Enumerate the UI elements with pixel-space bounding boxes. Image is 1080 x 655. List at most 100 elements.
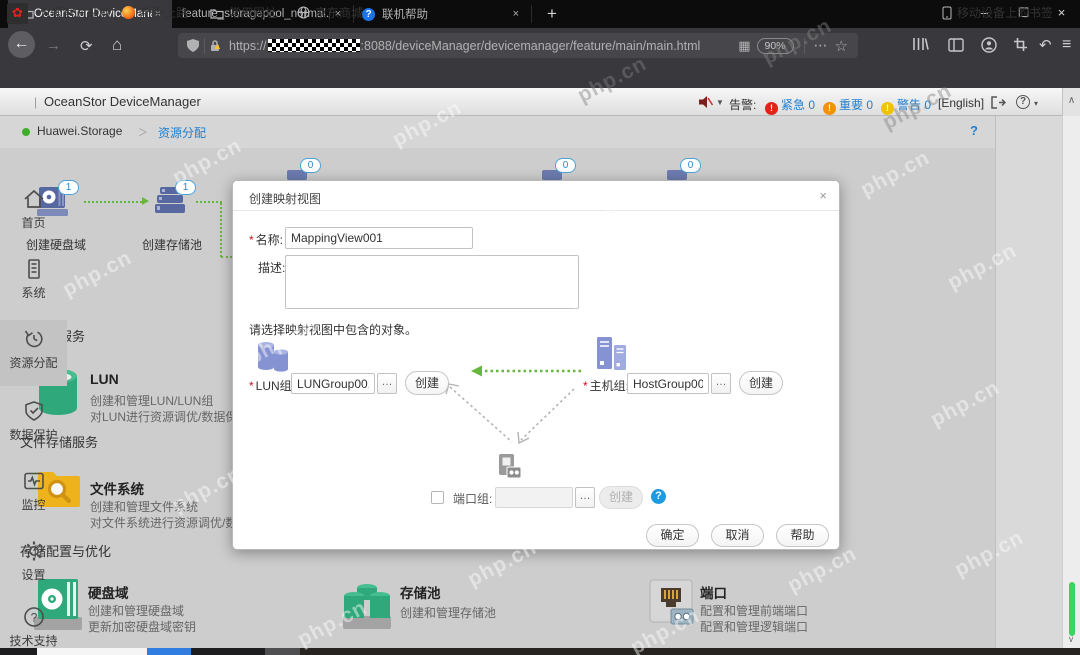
port-desc: 配置和管理逻辑端口 bbox=[700, 618, 808, 635]
host-group-label: 主机组: bbox=[590, 379, 629, 393]
page-help-icon[interactable]: ? bbox=[970, 123, 978, 138]
lun-group-input[interactable] bbox=[291, 373, 375, 394]
svg-text:?: ? bbox=[30, 611, 37, 625]
sidebar-label: 设置 bbox=[21, 568, 45, 582]
bookmark-label: 新手上路 bbox=[140, 4, 188, 21]
language-switch[interactable]: [English] bbox=[938, 96, 984, 110]
step-label[interactable]: 创建存储池 bbox=[142, 236, 202, 253]
app-title: OceanStor DeviceManager bbox=[44, 94, 201, 109]
back-button[interactable]: ← bbox=[8, 31, 35, 58]
bookmarks-mobile[interactable]: 移动设备上的书签 bbox=[942, 4, 1053, 21]
qr-code-icon[interactable]: ▦ bbox=[738, 38, 750, 54]
lun-title[interactable]: LUN bbox=[90, 371, 119, 387]
phone-icon bbox=[942, 6, 952, 20]
required-marker: * bbox=[249, 233, 254, 247]
lun-group-more-button[interactable]: … bbox=[377, 373, 397, 394]
sidebar-item-settings[interactable]: 设置 bbox=[0, 532, 67, 583]
sidebar-item-support[interactable]: ? 技术支持 bbox=[0, 598, 67, 649]
port-title[interactable]: 端口 bbox=[700, 582, 727, 602]
collapse-header-button[interactable]: ∧ bbox=[1062, 88, 1080, 116]
sidebar-item-home[interactable]: 首页 bbox=[0, 180, 67, 231]
major-alarm-icon: ! bbox=[823, 102, 836, 115]
account-icon[interactable] bbox=[981, 37, 997, 53]
menu-icon[interactable]: ≡ bbox=[1062, 36, 1071, 54]
page-scrollbar-thumb[interactable] bbox=[1069, 582, 1075, 636]
sidebar-item-monitor[interactable]: 监控 bbox=[0, 462, 67, 513]
sidebar-item-data-protection[interactable]: 数据保护 bbox=[0, 392, 67, 443]
sidebar-item-allocation[interactable]: 资源分配 bbox=[0, 320, 67, 386]
sidebar-item-system[interactable]: 系统 bbox=[0, 250, 67, 301]
bottom-bar-segment bbox=[265, 648, 303, 655]
bookmark-star-icon[interactable]: ☆ bbox=[833, 37, 850, 55]
bookmark-label: 火狐官方站点 bbox=[39, 4, 111, 21]
gear-icon bbox=[21, 538, 47, 564]
hscrollbar-thumb[interactable] bbox=[147, 648, 191, 655]
bookmark-jd[interactable]: 京东商城 bbox=[297, 4, 363, 21]
dialog-close-icon[interactable]: × bbox=[819, 188, 827, 203]
host-group-input[interactable] bbox=[627, 373, 709, 394]
alarm-warning[interactable]: !警告 0 bbox=[881, 96, 931, 115]
tab-close-icon[interactable]: × bbox=[510, 8, 522, 20]
mapping-arrows bbox=[433, 363, 603, 458]
speaker-dropdown-icon[interactable]: ▼ bbox=[716, 98, 724, 107]
storage-pool-icon[interactable] bbox=[340, 580, 394, 630]
new-tab-button[interactable]: + bbox=[538, 0, 566, 28]
shield-check-icon bbox=[21, 398, 47, 424]
alarm-critical[interactable]: !紧急 0 bbox=[765, 96, 815, 115]
home-button[interactable]: ⌂ bbox=[112, 35, 122, 55]
undo-icon[interactable]: ↶ bbox=[1039, 36, 1052, 54]
port-icon[interactable] bbox=[648, 578, 696, 628]
description-textarea[interactable] bbox=[285, 255, 579, 309]
alarm-major[interactable]: !重要 0 bbox=[823, 96, 873, 115]
shield-icon[interactable] bbox=[186, 38, 200, 53]
disk-domain-title[interactable]: 硬盘域 bbox=[88, 582, 129, 602]
lun-desc: 对LUN进行资源调优/数据保护 bbox=[90, 408, 249, 425]
filesystem-title[interactable]: 文件系统 bbox=[90, 478, 144, 498]
monitor-icon bbox=[21, 468, 47, 494]
tab-title: 联机帮助 bbox=[382, 6, 428, 22]
bookmark-label: 移动设备上的书签 bbox=[957, 4, 1053, 21]
screenshot-crop-icon[interactable] bbox=[1013, 37, 1028, 52]
scroll-down-icon[interactable]: ∨ bbox=[1064, 634, 1078, 647]
header-help-icon[interactable]: ? bbox=[1016, 95, 1030, 109]
port-group-more-button[interactable]: … bbox=[575, 487, 595, 508]
question-circle-icon: ? bbox=[21, 604, 47, 630]
breadcrumb-page[interactable]: 资源分配 bbox=[158, 124, 206, 141]
bookmark-getting-started[interactable]: 新手上路 bbox=[122, 4, 188, 21]
mute-speaker-icon[interactable] bbox=[697, 94, 714, 110]
port-group-help-icon[interactable]: ? bbox=[651, 489, 666, 504]
step-badge: 0 bbox=[300, 158, 321, 173]
hscrollbar-track[interactable] bbox=[37, 648, 147, 655]
page-actions-icon[interactable]: ⋯ bbox=[809, 37, 833, 54]
library-icon[interactable] bbox=[912, 37, 929, 52]
url-bar[interactable]: ▲ https:// :8088/deviceManager/deviceman… bbox=[178, 33, 858, 58]
url-prefix: https:// bbox=[229, 39, 267, 53]
breadcrumb-device[interactable]: Huawei.Storage bbox=[37, 124, 122, 138]
bookmark-firefox-official[interactable]: 火狐官方站点 bbox=[20, 4, 111, 21]
header-more-icon[interactable]: ▾ bbox=[1034, 99, 1038, 108]
lun-group-create-button[interactable]: 创建 bbox=[405, 371, 449, 395]
huawei-logo: ✿ bbox=[7, 3, 28, 24]
page-scrollbar-track[interactable] bbox=[1062, 116, 1080, 648]
reload-button[interactable]: ⟳ bbox=[80, 37, 93, 55]
url-redacted-host bbox=[268, 39, 360, 52]
bookmark-common-sites[interactable]: 常用网址 bbox=[210, 4, 277, 21]
host-group-create-button[interactable]: 创建 bbox=[739, 371, 783, 395]
host-group-more-button[interactable]: … bbox=[711, 373, 731, 394]
description-label: 描述: bbox=[258, 259, 285, 276]
storage-pool-title[interactable]: 存储池 bbox=[400, 582, 441, 602]
cancel-button[interactable]: 取消 bbox=[711, 524, 764, 547]
ok-button[interactable]: 确定 bbox=[646, 524, 699, 547]
forward-button[interactable]: → bbox=[46, 37, 61, 54]
zoom-level-badge[interactable]: 90% bbox=[757, 38, 794, 54]
dialog-title: 创建映射视图 bbox=[249, 190, 321, 207]
tab-online-help[interactable]: ? 联机帮助 × bbox=[354, 0, 530, 28]
logout-icon[interactable] bbox=[990, 95, 1006, 110]
name-input[interactable] bbox=[285, 227, 473, 249]
help-button[interactable]: 帮助 bbox=[776, 524, 829, 547]
port-group-checkbox[interactable] bbox=[431, 491, 444, 504]
lock-warning-icon[interactable]: ▲ bbox=[209, 38, 223, 53]
lun-desc: 创建和管理LUN/LUN组 bbox=[90, 392, 213, 409]
tab-separator bbox=[531, 5, 532, 23]
sidebar-toggle-icon[interactable] bbox=[948, 38, 964, 52]
